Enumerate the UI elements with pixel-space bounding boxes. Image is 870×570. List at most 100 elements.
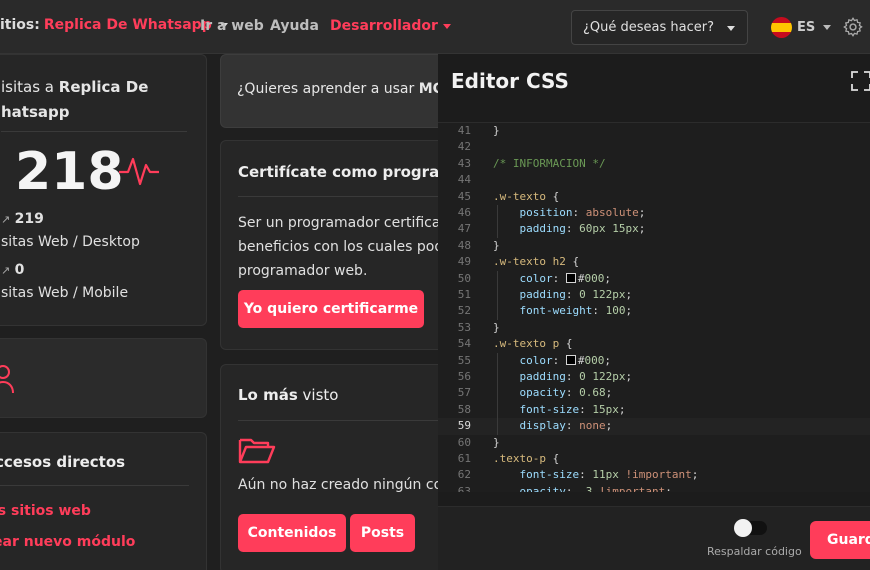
- most-visited-card: Lo más visto Aún no haz creado ningún co…: [220, 364, 460, 570]
- sites-label: itios:: [0, 17, 40, 33]
- gear-icon[interactable]: [842, 16, 864, 38]
- code-line[interactable]: 56 padding: 0 122px;: [438, 369, 870, 385]
- learn-banner[interactable]: ¿Quieres aprender a usar MGPa: [220, 54, 464, 128]
- most-visited-title-rest: visto: [297, 386, 339, 404]
- code-editor[interactable]: 41} 42 43/* INFORMACION */44 45 .w-texto {46…: [438, 122, 870, 492]
- action-select[interactable]: ¿Qué deseas hacer?: [571, 10, 748, 45]
- line-number: 44: [457, 173, 471, 187]
- code-text: font-weight: 100;: [519, 304, 633, 318]
- code-text: }: [493, 238, 500, 252]
- line-number: 58: [457, 402, 471, 416]
- site-selector[interactable]: itios: Replica De Whatsapp: [0, 17, 228, 33]
- code-line[interactable]: 43 /* INFORMACION */: [438, 156, 870, 172]
- posts-button[interactable]: Posts: [350, 514, 415, 552]
- code-text: display: none;: [519, 419, 613, 433]
- most-visited-title: Lo más visto: [238, 386, 338, 404]
- nav-developer[interactable]: Desarrollador: [330, 18, 451, 34]
- user-icon: [0, 365, 14, 394]
- line-number: 50: [457, 271, 471, 285]
- code-line[interactable]: 44: [438, 172, 870, 188]
- code-text: opacity: .3 !important;: [519, 484, 672, 492]
- certificate-card: Certifícate como programa Ser un program…: [220, 140, 465, 350]
- editor-title: Editor CSS: [451, 69, 569, 93]
- line-number: 61: [457, 452, 471, 465]
- visits-title-site-2: hatsapp: [1, 103, 70, 121]
- line-number: 55: [457, 353, 471, 367]
- code-line[interactable]: 42: [438, 139, 870, 155]
- code-text: padding: 0 122px;: [519, 370, 633, 383]
- code-line[interactable]: 48}: [438, 238, 870, 254]
- pulse-icon: [119, 157, 159, 186]
- code-text: .w-texto h2 {: [493, 255, 580, 269]
- code-line[interactable]: 47 padding: 60px 15px;: [438, 221, 870, 237]
- code-text: padding: 60px 15px;: [519, 222, 646, 236]
- code-line[interactable]: 49 .w-texto h2 {: [438, 254, 870, 270]
- chevron-down-icon: [442, 23, 451, 29]
- code-text: .texto-p {: [493, 452, 560, 465]
- certificate-body-line: Ser un programador certificado: [238, 215, 458, 231]
- code-text: }: [493, 320, 500, 334]
- link-new-module[interactable]: ear nuevo módulo: [0, 534, 135, 550]
- code-line[interactable]: 45 .w-texto {: [438, 189, 870, 205]
- folder-open-icon: [238, 438, 276, 464]
- toggle-knob: [734, 519, 752, 537]
- contents-button[interactable]: Contenidos: [238, 514, 346, 552]
- code-line[interactable]: 51 padding: 0 122px;: [438, 287, 870, 303]
- backup-toggle[interactable]: [734, 519, 767, 537]
- code-line[interactable]: 41}: [438, 123, 870, 139]
- mobile-label: sitas Web / Mobile: [1, 285, 129, 301]
- visits-title-site: Replica De: [58, 78, 149, 96]
- line-number: 49: [457, 255, 471, 269]
- code-line[interactable]: 57 opacity: 0.68;: [438, 385, 870, 401]
- code-line[interactable]: 60}: [438, 435, 870, 451]
- code-line[interactable]: 61 .texto-p {: [438, 451, 870, 467]
- code-line[interactable]: 58 font-size: 15px;: [438, 402, 870, 418]
- divider: [238, 196, 460, 197]
- line-number: 63: [457, 484, 471, 492]
- spain-flag-icon[interactable]: [771, 17, 792, 38]
- line-number: 59: [457, 419, 471, 433]
- code-line[interactable]: 46 position: absolute;: [438, 205, 870, 221]
- indent-guide: [497, 352, 498, 435]
- desktop-label: sitas Web / Desktop: [1, 234, 140, 250]
- editor-header: Editor CSS: [438, 54, 870, 124]
- line-number: 56: [457, 370, 471, 383]
- code-line[interactable]: 52 font-weight: 100;: [438, 303, 870, 319]
- nav-go-to-web[interactable]: Ir a web: [200, 18, 264, 34]
- link-my-sites[interactable]: is sitios web: [0, 503, 91, 519]
- certify-button[interactable]: Yo quiero certificarme: [238, 290, 424, 328]
- indent-guide: [497, 205, 498, 238]
- code-line[interactable]: 50 color: #000;: [438, 271, 870, 287]
- nav-help[interactable]: Ayuda: [270, 18, 319, 34]
- save-button[interactable]: Guard: [810, 521, 870, 559]
- code-line[interactable]: 54 .w-texto p {: [438, 336, 870, 352]
- certificate-title: Certifícate como programa: [238, 163, 465, 181]
- desktop-count-row: ↗ 219: [1, 211, 44, 227]
- line-number: 41: [457, 124, 471, 137]
- visits-title-prefix: isitas a: [1, 78, 59, 96]
- code-line[interactable]: 62 font-size: 11px !important;: [438, 467, 870, 483]
- expand-icon[interactable]: [851, 71, 870, 91]
- code-line[interactable]: 63 opacity: .3 !important;: [438, 484, 870, 492]
- code-line[interactable]: 55 color: #000;: [438, 353, 870, 369]
- line-number: 53: [457, 320, 471, 334]
- code-line[interactable]: 59 display: none;: [438, 418, 870, 435]
- chevron-down-icon: [823, 25, 831, 30]
- action-select-value: ¿Qué deseas hacer?: [583, 20, 714, 35]
- language-code[interactable]: ES: [797, 20, 815, 35]
- user-card[interactable]: [0, 338, 207, 418]
- code-line[interactable]: 53}: [438, 320, 870, 336]
- line-number: 47: [457, 222, 471, 236]
- current-site-name: Replica De Whatsapp: [43, 17, 212, 33]
- total-visits: 218: [15, 142, 124, 202]
- code-text: font-size: 15px;: [519, 402, 626, 416]
- code-text: position: absolute;: [519, 206, 646, 219]
- code-text: font-size: 11px !important;: [519, 468, 699, 482]
- most-visited-title-bold: Lo más: [238, 386, 298, 404]
- empty-content-text: Aún no haz creado ningún cont: [238, 477, 457, 493]
- divider: [0, 485, 189, 486]
- code-text: /* INFORMACION */: [493, 156, 606, 170]
- trend-icon: ↗: [1, 213, 11, 226]
- line-number: 46: [457, 206, 471, 219]
- learn-text-main: ¿Quieres aprender a usar: [237, 81, 419, 97]
